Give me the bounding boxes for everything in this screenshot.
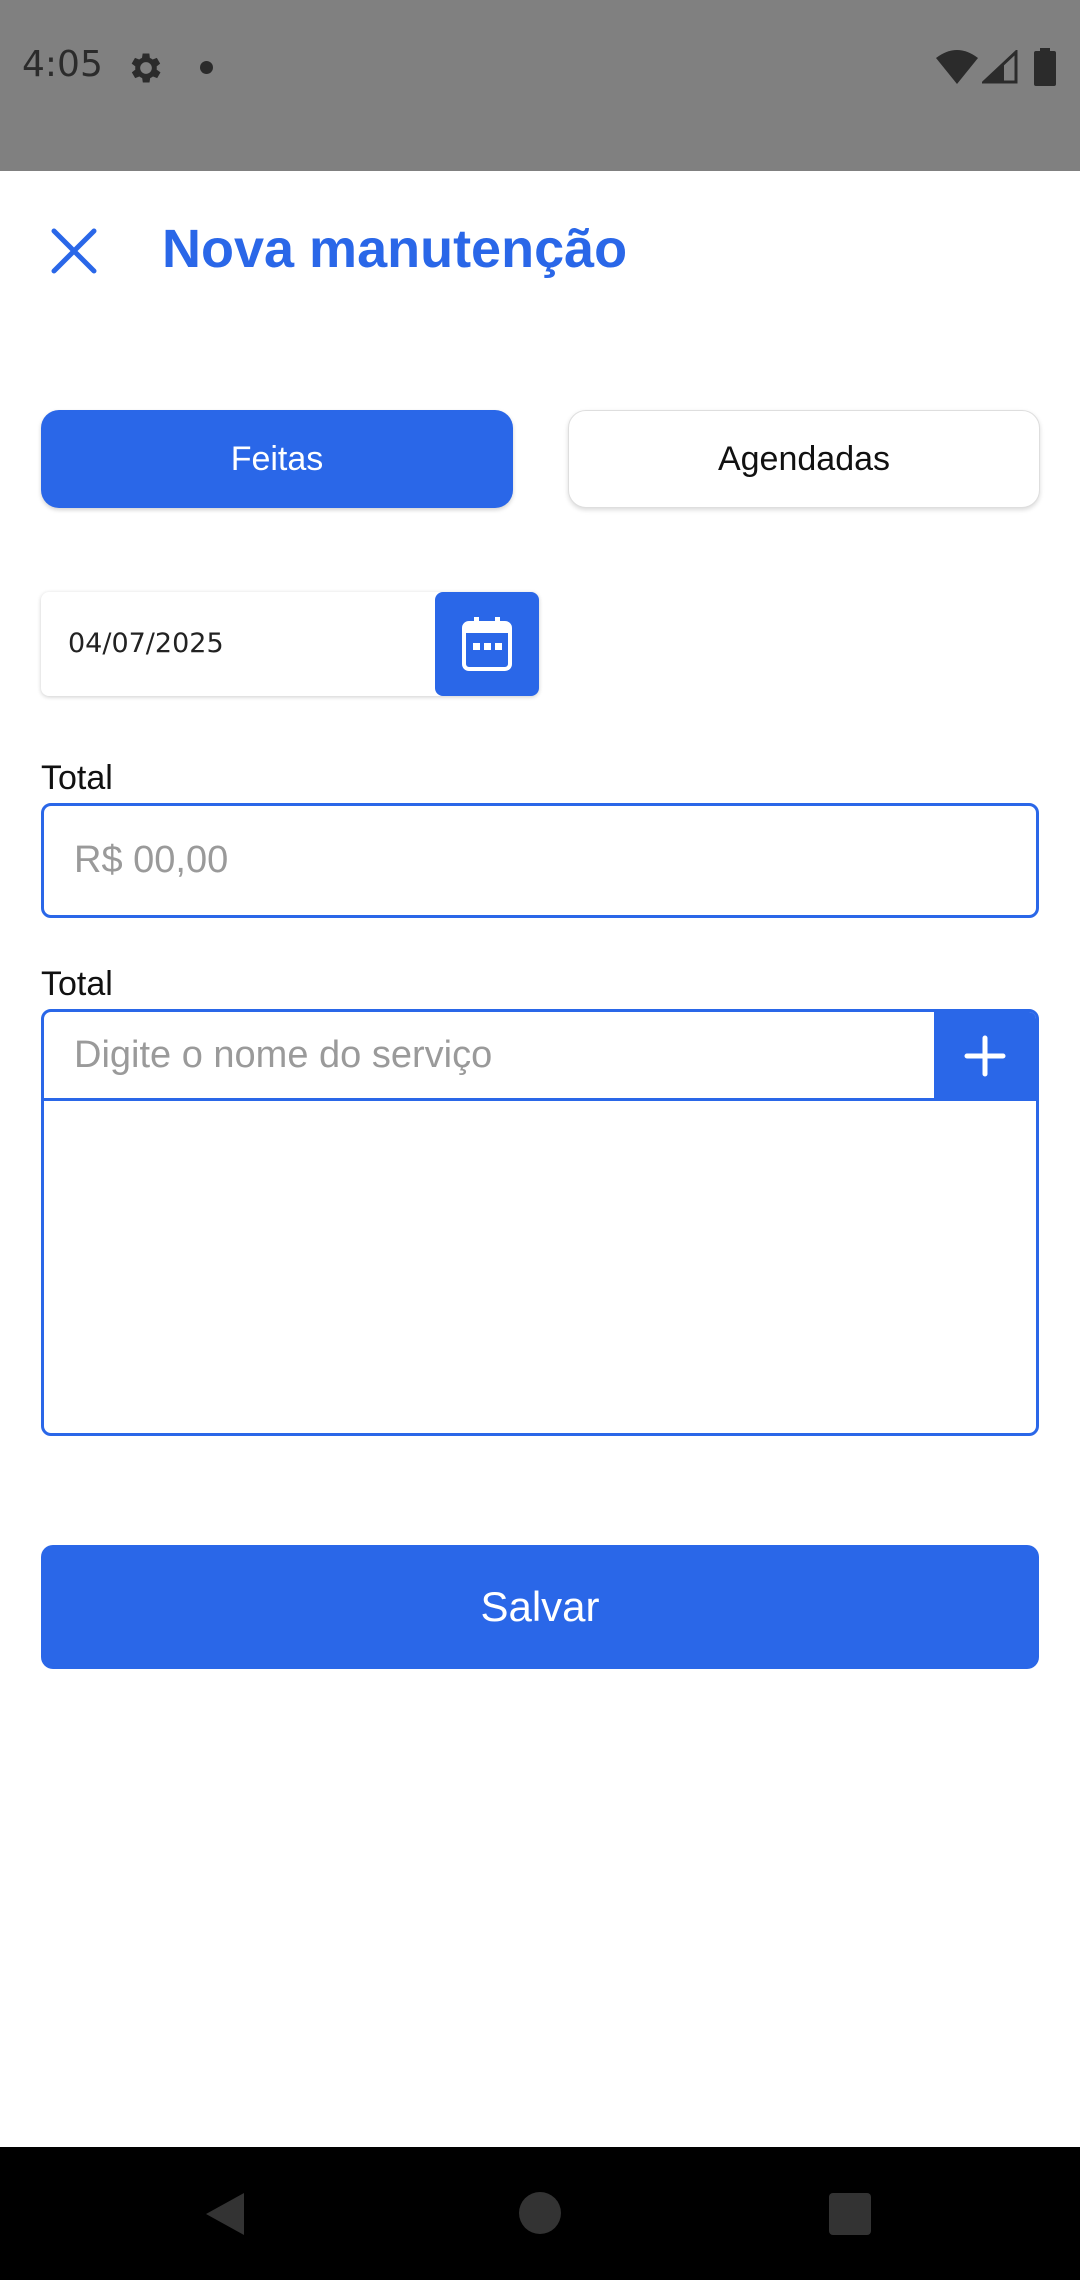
total-input[interactable] — [72, 838, 976, 883]
back-icon[interactable] — [202, 2189, 248, 2239]
close-icon[interactable] — [44, 221, 104, 281]
service-list — [44, 1101, 1036, 1433]
total-label: Total — [41, 759, 113, 797]
system-nav-bar — [0, 2147, 1080, 2280]
service-name-input[interactable] — [72, 1033, 916, 1078]
service-label: Total — [41, 965, 113, 1003]
service-field — [41, 1009, 1039, 1436]
recents-icon[interactable] — [829, 2193, 871, 2235]
plus-icon — [964, 1035, 1006, 1077]
notification-dot-icon — [200, 61, 213, 74]
add-service-button[interactable] — [934, 1012, 1036, 1100]
tab-agendadas[interactable]: Agendadas — [568, 410, 1040, 508]
page-title: Nova manutenção — [162, 219, 628, 279]
status-time: 4:05 — [22, 44, 103, 85]
calendar-icon — [462, 617, 512, 671]
save-button[interactable]: Salvar — [41, 1545, 1039, 1669]
date-field[interactable]: 04/07/2025 — [41, 592, 539, 696]
home-icon[interactable] — [519, 2192, 561, 2234]
wifi-icon — [936, 50, 978, 84]
total-field[interactable] — [41, 803, 1039, 918]
gear-icon — [131, 53, 161, 83]
battery-icon — [1034, 48, 1056, 86]
signal-icon — [982, 50, 1018, 84]
new-maintenance-screen: Nova manutenção Feitas Agendadas 04/07/2… — [0, 171, 1080, 2147]
status-bar: 4:05 — [0, 0, 1080, 171]
date-value: 04/07/2025 — [68, 628, 224, 659]
calendar-button[interactable] — [435, 592, 539, 696]
service-input-wrapper[interactable] — [44, 1012, 934, 1100]
tab-feitas[interactable]: Feitas — [41, 410, 513, 508]
